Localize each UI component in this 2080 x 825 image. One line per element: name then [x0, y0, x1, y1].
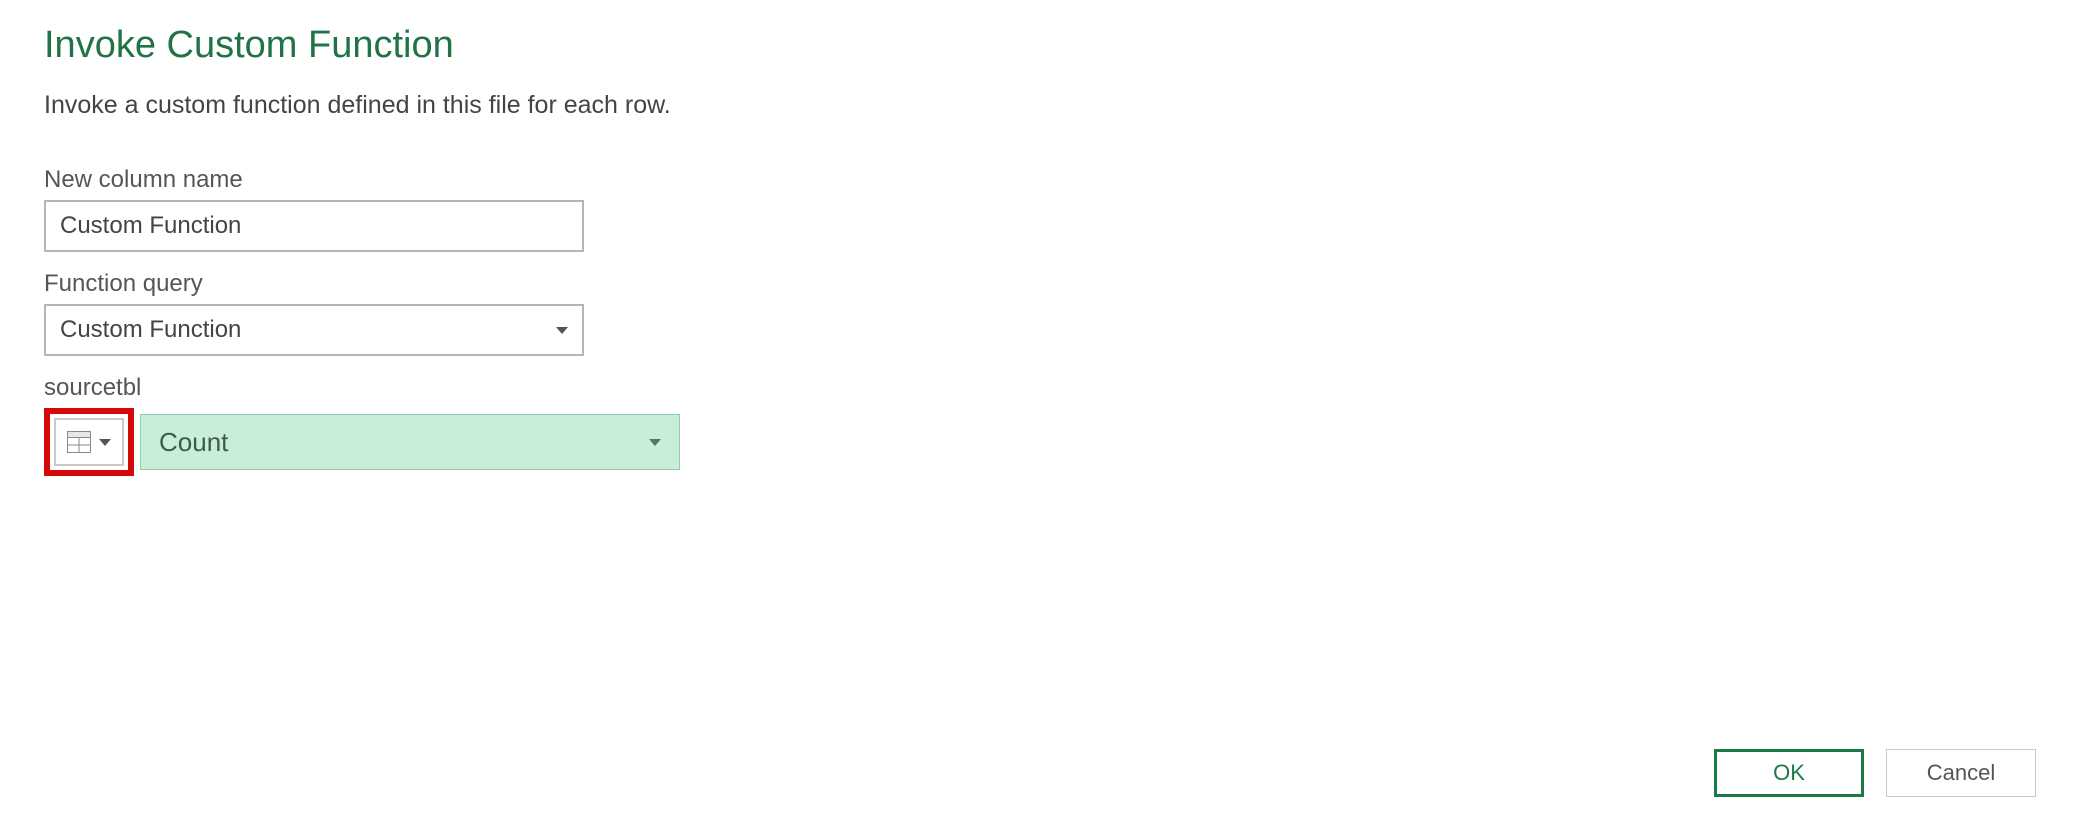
highlight-annotation [44, 408, 134, 476]
chevron-down-icon [99, 439, 111, 446]
invoke-custom-function-dialog: Invoke Custom Function Invoke a custom f… [0, 0, 2080, 825]
dialog-description: Invoke a custom function defined in this… [44, 91, 2036, 120]
new-column-name-value: Custom Function [60, 212, 241, 240]
function-query-field: Function query Custom Function [44, 270, 2036, 356]
cancel-button-label: Cancel [1927, 760, 1995, 786]
table-icon [67, 431, 91, 453]
dialog-title: Invoke Custom Function [44, 24, 2036, 67]
new-column-name-field: New column name Custom Function [44, 166, 2036, 252]
function-query-label: Function query [44, 270, 2036, 298]
dialog-buttons: OK Cancel [1714, 749, 2036, 797]
sourcetbl-label: sourcetbl [44, 374, 2036, 402]
sourcetbl-select[interactable]: Count [140, 414, 680, 470]
ok-button-label: OK [1773, 760, 1805, 786]
new-column-name-input[interactable]: Custom Function [44, 200, 584, 252]
chevron-down-icon [556, 327, 568, 334]
sourcetbl-value: Count [159, 427, 228, 458]
function-query-value: Custom Function [60, 316, 241, 344]
function-query-select[interactable]: Custom Function [44, 304, 584, 356]
sourcetbl-field: sourcetbl [44, 374, 2036, 476]
new-column-name-label: New column name [44, 166, 2036, 194]
ok-button[interactable]: OK [1714, 749, 1864, 797]
parameter-type-picker[interactable] [54, 418, 124, 466]
chevron-down-icon [649, 439, 661, 446]
cancel-button[interactable]: Cancel [1886, 749, 2036, 797]
